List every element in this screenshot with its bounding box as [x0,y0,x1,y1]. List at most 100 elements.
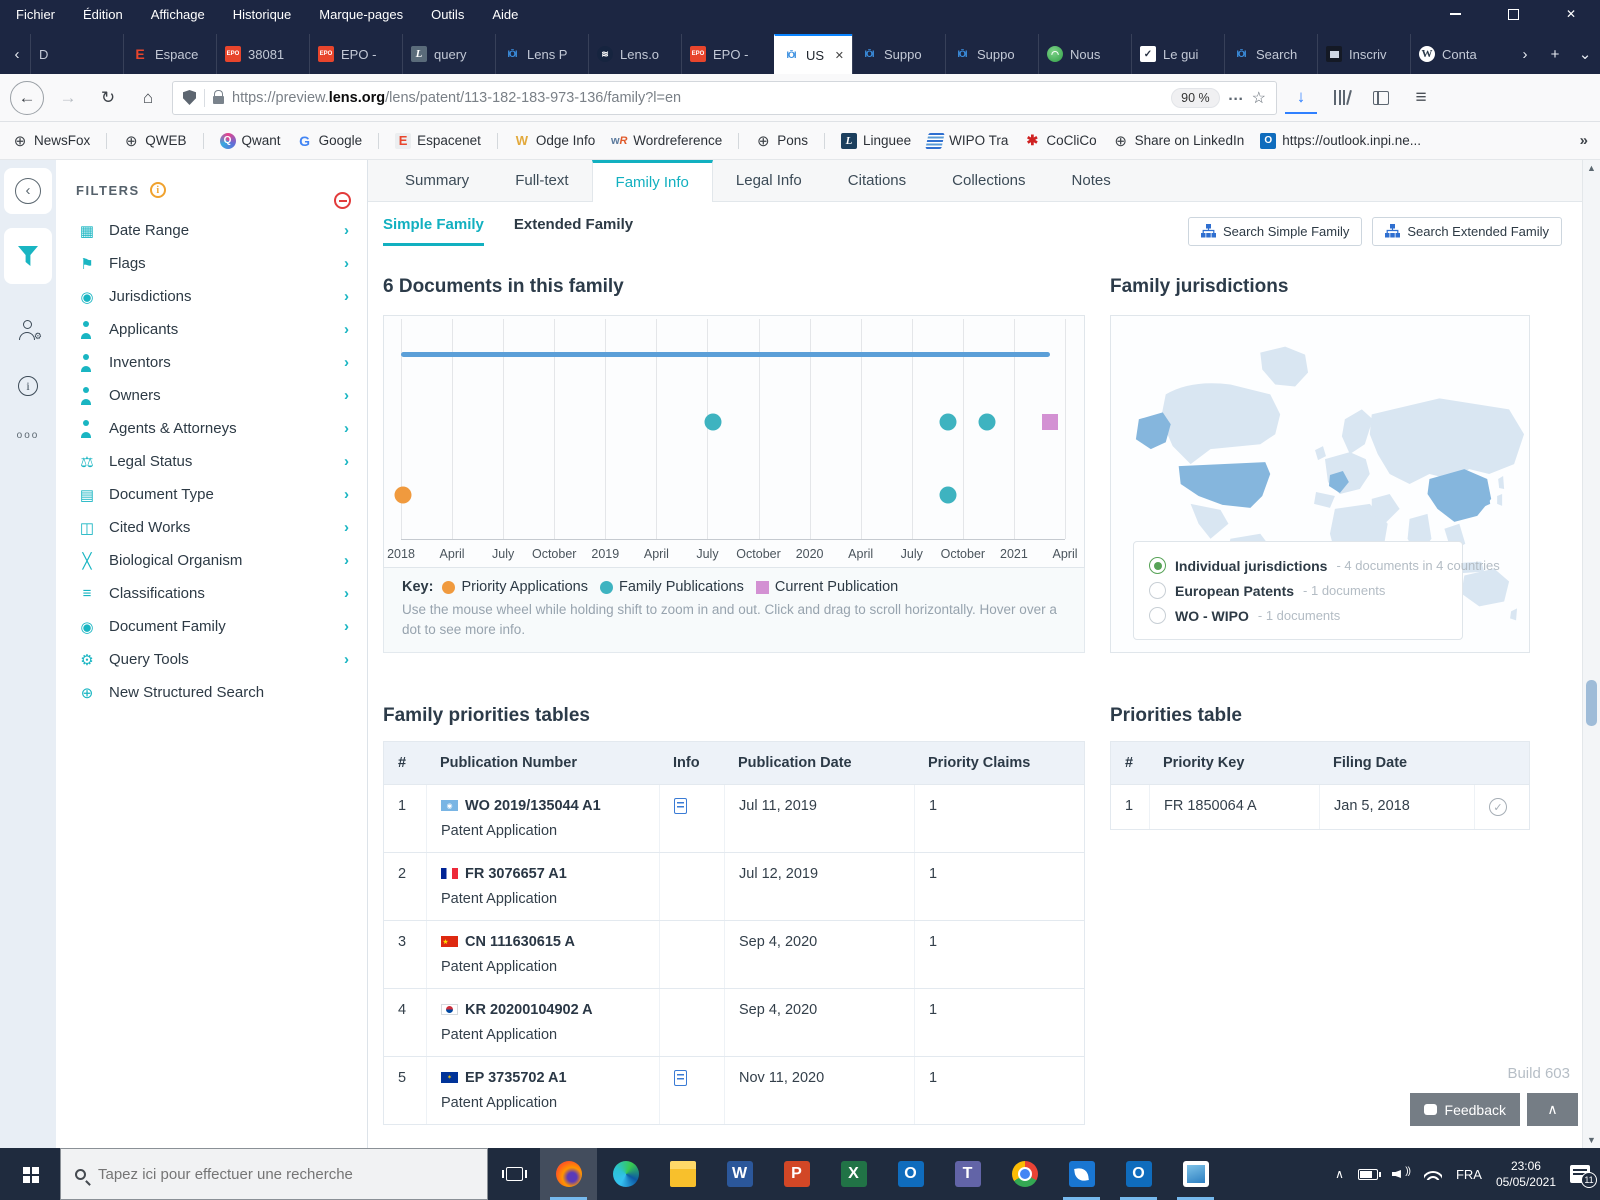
battery-icon[interactable] [1357,1168,1381,1180]
close-button[interactable] [1542,0,1600,28]
filter-item[interactable]: Query Tools › [76,643,367,676]
family-timeline-chart[interactable]: 2018 April July October 2019 April July October… [383,315,1085,568]
browser-tab[interactable]: Suppo [945,34,1038,74]
downloads-icon[interactable]: ↓ [1285,82,1317,114]
filter-item[interactable]: Flags › [76,247,367,280]
radio-icon[interactable] [1149,607,1166,624]
taskbar-app[interactable] [1167,1148,1224,1200]
browser-tab[interactable]: 38081 [216,34,309,74]
chart-point[interactable] [394,486,412,504]
browser-tab[interactable]: EPO - [309,34,402,74]
more-options-icon[interactable]: ooo [17,430,40,441]
bookmark-item[interactable]: https://outlook.inpi.ne... [1260,132,1421,149]
bookmarks-overflow-icon[interactable]: » [1580,132,1588,149]
filter-item[interactable]: Classifications › [76,577,367,610]
forward-button[interactable]: → [52,82,84,114]
info-icon[interactable]: i [18,376,38,396]
hamburger-menu-icon[interactable]: ≡ [1405,82,1437,114]
page-actions-icon[interactable]: … [1228,87,1244,105]
browser-tab[interactable]: query [402,34,495,74]
menu-item[interactable]: Aide [492,7,518,22]
page-tab[interactable]: Legal Info [713,160,825,201]
url-bar[interactable]: https://preview.lens.org/lens/patent/113… [172,80,1277,115]
feedback-button[interactable]: Feedback [1409,1093,1520,1126]
publication-number-link[interactable]: EP 3735702 A1 [465,1070,567,1086]
remove-filters-icon[interactable] [334,192,351,209]
filter-item[interactable]: Inventors › [76,346,367,379]
family-jurisdictions-map[interactable]: Individual jurisdictions - 4 documents i… [1110,315,1530,653]
browser-tab[interactable]: EPO - [681,34,774,74]
taskbar-app[interactable] [825,1148,882,1200]
filter-item[interactable]: Cited Works › [76,511,367,544]
filter-item[interactable]: Agents & Attorneys › [76,412,367,445]
bookmark-item[interactable]: Google [297,132,380,149]
taskbar-app[interactable] [996,1148,1053,1200]
bookmark-item[interactable]: QWEB [123,132,204,149]
scrollbar-down-icon[interactable]: ▼ [1583,1132,1600,1148]
bookmark-item[interactable]: Qwant [219,132,281,149]
filter-item[interactable]: Biological Organism › [76,544,367,577]
browser-tab[interactable]: Espace [123,34,216,74]
taskbar-app[interactable] [540,1148,597,1200]
volume-icon[interactable] [1392,1166,1410,1181]
menu-item[interactable]: Historique [233,7,292,22]
url-text[interactable]: https://preview.lens.org/lens/patent/113… [232,90,1163,106]
taskbar-search-input[interactable] [98,1165,473,1183]
tab-scroll-right-icon[interactable]: › [1510,46,1540,63]
page-scrollbar[interactable]: ▲ ▼ [1582,160,1600,1148]
filters-rail-item[interactable] [4,228,52,284]
filter-item[interactable]: Date Range › [76,214,367,247]
search-family-button[interactable]: Search Simple Family [1187,216,1363,246]
bookmark-item[interactable]: Espacenet [395,132,498,149]
bookmark-item[interactable]: NewsFox [12,132,108,149]
wifi-icon[interactable] [1423,1168,1442,1180]
account-settings-icon[interactable]: ⚙ [17,320,42,341]
page-zoom-badge[interactable]: 90 % [1171,87,1220,108]
publication-number-link[interactable]: CN 111630615 A [465,934,575,950]
filters-info-icon[interactable]: i [149,182,166,198]
browser-tab[interactable]: Lens.o [588,34,681,74]
browser-tab[interactable]: Lens P [495,34,588,74]
filter-item[interactable]: Applicants › [76,313,367,346]
taskbar-app[interactable] [597,1148,654,1200]
bookmark-item[interactable]: Share on LinkedIn [1113,133,1245,149]
family-subtab[interactable]: Extended Family [514,216,633,246]
page-tab[interactable]: Full-text [492,160,591,201]
browser-tab[interactable]: Nous [1038,34,1131,74]
maximize-button[interactable] [1484,0,1542,28]
browser-tab[interactable]: Inscriv [1317,34,1410,74]
filter-item[interactable]: New Structured Search › [76,676,367,709]
browser-tab[interactable]: Le gui [1131,34,1224,74]
radio-icon[interactable] [1149,557,1166,574]
menu-item[interactable]: Affichage [151,7,205,22]
scrollbar-up-icon[interactable]: ▲ [1583,160,1600,176]
tab-list-dropdown-icon[interactable]: ⌄ [1570,45,1600,63]
notifications-icon[interactable]: 11 [1570,1165,1597,1188]
chart-point[interactable] [704,413,722,431]
menu-item[interactable]: Édition [83,7,123,22]
back-button[interactable]: ← [10,80,44,115]
tray-expand-icon[interactable]: ∧ [1335,1167,1344,1181]
jurisdiction-option[interactable]: Individual jurisdictions - 4 documents i… [1149,553,1500,578]
sidebar-toggle-icon[interactable] [1373,90,1389,105]
taskbar-app[interactable] [654,1148,711,1200]
library-icon[interactable] [1334,90,1348,105]
chart-point[interactable] [978,413,996,431]
bookmark-item[interactable]: Linguee [841,132,911,149]
filter-item[interactable]: Owners › [76,379,367,412]
menu-item[interactable]: Outils [431,7,464,22]
browser-tab[interactable]: Suppo [852,34,945,74]
browser-tab[interactable]: US [774,34,852,74]
language-indicator[interactable]: FRA [1456,1167,1482,1182]
document-info-icon[interactable] [674,797,687,814]
chart-point[interactable] [1041,414,1058,431]
bookmark-item[interactable]: Wordreference [611,132,740,149]
filter-item[interactable]: Document Type › [76,478,367,511]
menu-item[interactable]: Marque-pages [319,7,403,22]
page-tab[interactable]: Family Info [591,160,713,202]
taskbar-app[interactable] [882,1148,939,1200]
bookmark-item[interactable]: Pons [755,132,826,149]
taskbar-app[interactable] [939,1148,996,1200]
tab-scroll-left-icon[interactable]: ‹ [4,34,30,74]
browser-tab[interactable]: Search [1224,34,1317,74]
